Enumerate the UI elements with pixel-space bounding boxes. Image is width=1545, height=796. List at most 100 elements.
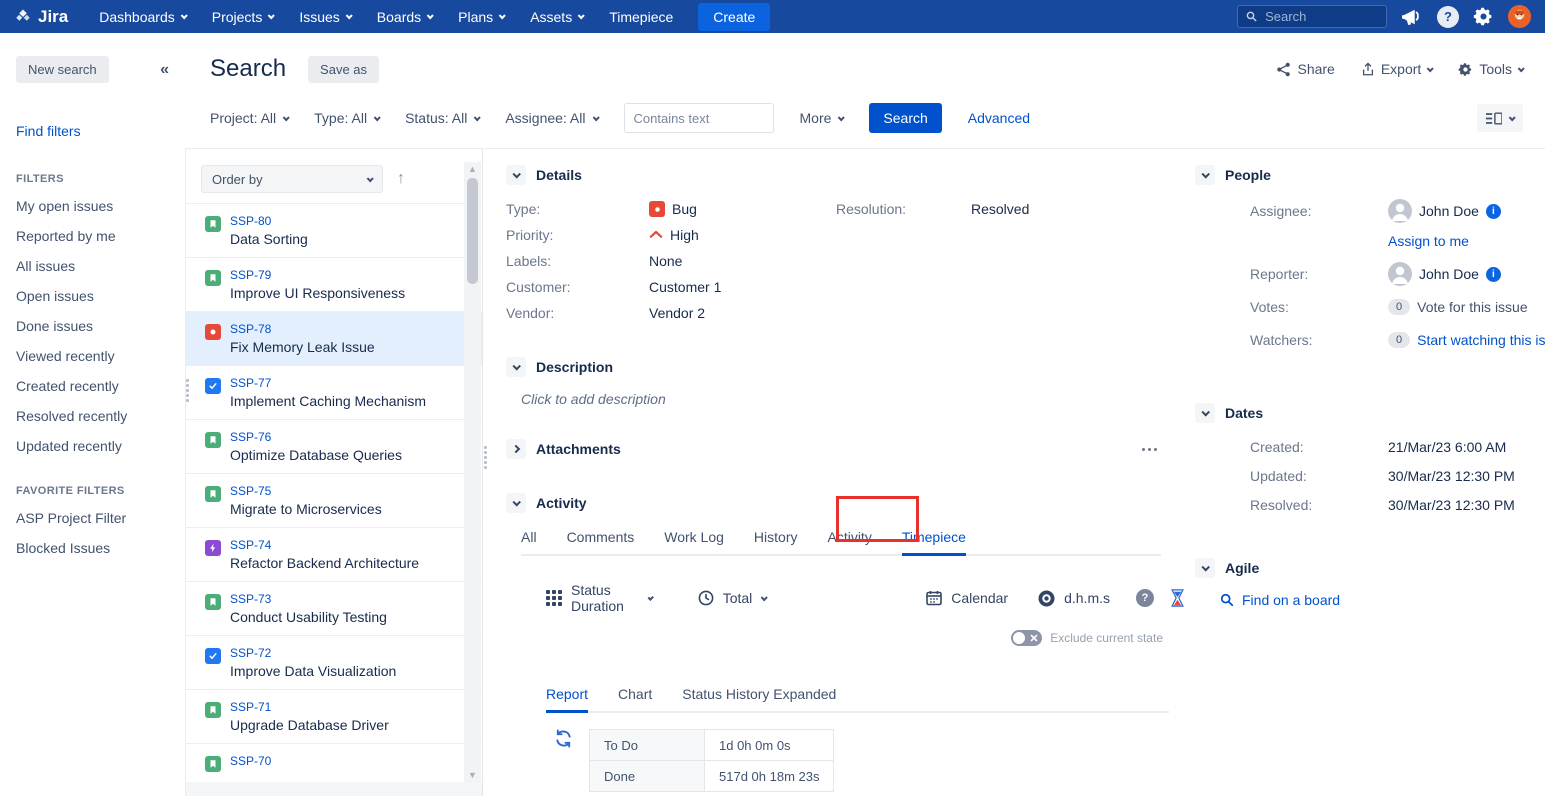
agile-section-header[interactable]: Agile [1195, 558, 1545, 578]
order-by-dropdown[interactable]: Order by [201, 165, 383, 193]
issue-row-ssp-79[interactable]: SSP-79Improve UI Responsiveness [186, 257, 482, 311]
subtab-status-history-expanded[interactable]: Status History Expanded [682, 686, 836, 702]
sidebar-item-reported-by-me[interactable]: Reported by me [16, 221, 185, 251]
issue-row-ssp-76[interactable]: SSP-76Optimize Database Queries [186, 419, 482, 473]
start-watching-link[interactable]: Start watching this issue [1417, 332, 1545, 348]
sidebar-item-asp-project-filter[interactable]: ASP Project Filter [16, 503, 185, 533]
collapse-chevron-icon[interactable] [506, 493, 526, 513]
sidebar-item-my-open-issues[interactable]: My open issues [16, 191, 185, 221]
assignee-filter-dropdown[interactable]: Assignee: All [505, 110, 597, 126]
collapse-sidebar-icon[interactable]: « [160, 61, 169, 79]
search-button[interactable]: Search [869, 103, 941, 133]
nav-issues[interactable]: Issues [286, 0, 363, 33]
issue-row-ssp-78-selected[interactable]: SSP-78Fix Memory Leak Issue [186, 311, 482, 365]
issue-row-ssp-71[interactable]: SSP-71Upgrade Database Driver [186, 689, 482, 743]
collapse-chevron-icon[interactable] [1195, 403, 1215, 423]
details-section-header[interactable]: Details [506, 165, 1185, 185]
issue-row-ssp-77[interactable]: SSP-77Implement Caching Mechanism [186, 365, 482, 419]
nav-plans[interactable]: Plans [445, 0, 517, 33]
global-search[interactable] [1237, 5, 1387, 28]
refresh-icon[interactable] [554, 729, 573, 748]
tab-work-log[interactable]: Work Log [664, 529, 724, 545]
jira-logo[interactable]: Jira [0, 7, 86, 27]
issue-list-scrollbar[interactable]: ▲ ▼ [464, 162, 481, 782]
new-search-button[interactable]: New search [16, 56, 109, 83]
expand-chevron-icon[interactable] [506, 439, 526, 459]
tools-button[interactable]: Tools [1458, 61, 1523, 77]
exclude-current-state-toggle[interactable] [1011, 630, 1042, 646]
issue-row-ssp-72[interactable]: SSP-72Improve Data Visualization [186, 635, 482, 689]
megaphone-icon[interactable] [1401, 7, 1423, 27]
dates-section-header[interactable]: Dates [1195, 403, 1545, 423]
sidebar-item-resolved-recently[interactable]: Resolved recently [16, 401, 185, 431]
issue-row-ssp-73[interactable]: SSP-73Conduct Usability Testing [186, 581, 482, 635]
help-icon[interactable]: ? [1437, 6, 1459, 28]
attachments-more-icon[interactable] [1142, 448, 1157, 451]
activity-section-header[interactable]: Activity [506, 493, 1185, 513]
sidebar-item-open-issues[interactable]: Open issues [16, 281, 185, 311]
subtab-report-active[interactable]: Report [546, 686, 588, 702]
description-section-header[interactable]: Description [506, 357, 1185, 377]
user-avatar[interactable] [1508, 5, 1531, 28]
reporter-value[interactable]: John Doe i [1388, 262, 1501, 286]
total-dropdown[interactable]: Total [698, 590, 767, 606]
project-filter-dropdown[interactable]: Project: All [210, 110, 288, 126]
collapse-chevron-icon[interactable] [1195, 165, 1215, 185]
collapse-chevron-icon[interactable] [1195, 558, 1215, 578]
sidebar-item-viewed-recently[interactable]: Viewed recently [16, 341, 185, 371]
nav-projects[interactable]: Projects [199, 0, 287, 33]
issue-row-ssp-74[interactable]: SSP-74Refactor Backend Architecture [186, 527, 482, 581]
nav-dashboards[interactable]: Dashboards [86, 0, 199, 33]
calendar-button[interactable]: Calendar [926, 590, 1008, 606]
time-units-button[interactable]: d.h.m.s [1038, 590, 1110, 607]
panel-drag-handle[interactable] [186, 377, 191, 404]
sort-direction-icon[interactable]: ↑ [397, 170, 405, 188]
sidebar-item-all-issues[interactable]: All issues [16, 251, 185, 281]
vote-for-issue-link[interactable]: Vote for this issue [1417, 299, 1528, 315]
tab-comments[interactable]: Comments [567, 529, 635, 545]
sidebar-item-created-recently[interactable]: Created recently [16, 371, 185, 401]
status-duration-dropdown[interactable]: Status Duration [546, 582, 652, 614]
status-filter-dropdown[interactable]: Status: All [405, 110, 479, 126]
collapse-chevron-icon[interactable] [506, 165, 526, 185]
assignee-value[interactable]: John Doe i [1388, 199, 1501, 223]
find-filters-link[interactable]: Find filters [16, 123, 185, 139]
sidebar-item-blocked-issues[interactable]: Blocked Issues [16, 533, 185, 563]
add-description-placeholder[interactable]: Click to add description [521, 391, 1185, 407]
share-button[interactable]: Share [1276, 61, 1334, 77]
collapse-chevron-icon[interactable] [506, 357, 526, 377]
nav-assets[interactable]: Assets [517, 0, 596, 33]
attachments-section-header[interactable]: Attachments [506, 439, 621, 459]
more-filters-dropdown[interactable]: More [800, 110, 844, 126]
tab-activity[interactable]: Activity [827, 529, 871, 545]
people-section-header[interactable]: People [1195, 165, 1545, 185]
global-search-input[interactable] [1265, 9, 1378, 24]
settings-gear-icon[interactable] [1473, 6, 1494, 27]
export-button[interactable]: Export [1361, 61, 1432, 77]
info-icon[interactable]: i [1486, 267, 1501, 282]
scrollbar-thumb[interactable] [467, 178, 478, 284]
issue-row-ssp-75[interactable]: SSP-75Migrate to Microservices [186, 473, 482, 527]
contains-text-input[interactable] [624, 103, 774, 133]
view-layout-toggle[interactable] [1477, 104, 1523, 132]
sidebar-item-done-issues[interactable]: Done issues [16, 311, 185, 341]
tab-history[interactable]: History [754, 529, 798, 545]
scroll-up-icon[interactable]: ▲ [464, 162, 481, 176]
sidebar-item-updated-recently[interactable]: Updated recently [16, 431, 185, 461]
scroll-down-icon[interactable]: ▼ [464, 768, 481, 782]
type-filter-dropdown[interactable]: Type: All [314, 110, 379, 126]
save-as-button[interactable]: Save as [308, 56, 379, 83]
help-button[interactable]: ? [1136, 589, 1154, 607]
hourglass-button[interactable] [1170, 589, 1185, 607]
advanced-search-link[interactable]: Advanced [968, 110, 1030, 126]
tab-timepiece-active[interactable]: Timepiece [902, 529, 966, 545]
issue-row-ssp-80[interactable]: SSP-80Data Sorting [186, 203, 482, 257]
info-icon[interactable]: i [1486, 204, 1501, 219]
create-button[interactable]: Create [698, 3, 770, 31]
assign-to-me-link[interactable]: Assign to me [1388, 233, 1469, 249]
subtab-chart[interactable]: Chart [618, 686, 652, 702]
nav-boards[interactable]: Boards [364, 0, 445, 33]
nav-timepiece[interactable]: Timepiece [596, 0, 686, 33]
find-on-board-link[interactable]: Find on a board [1242, 592, 1340, 608]
tab-all[interactable]: All [521, 529, 537, 545]
